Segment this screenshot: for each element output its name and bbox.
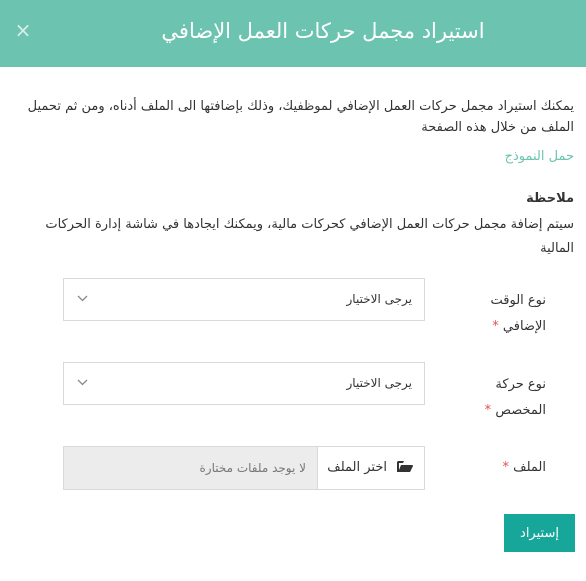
selected-file-display: لا يوجد ملفات مختارة <box>64 447 317 489</box>
custom-movement-type-label: نوع حركة المخصص * <box>456 372 546 424</box>
note-text: سيتم إضافة مجمل حركات العمل الإضافي كحرك… <box>45 217 574 256</box>
intro-text: يمكنك استيراد مجمل حركات العمل الإضافي ل… <box>27 99 574 135</box>
overtime-type-label-text: نوع الوقت الإضافي <box>490 293 547 334</box>
file-input-group: اختر الملف لا يوجد ملفات مختارة <box>63 446 425 490</box>
required-mark: * <box>502 460 510 475</box>
note-title: ملاحظة <box>526 191 574 206</box>
choose-file-button[interactable]: اختر الملف <box>317 447 424 489</box>
no-file-text: لا يوجد ملفات مختارة <box>199 461 307 475</box>
file-label: الملف * <box>456 455 547 481</box>
modal-header: استيراد مجمل حركات العمل الإضافي × <box>0 0 586 67</box>
chevron-down-icon <box>77 379 88 386</box>
overtime-type-label: نوع الوقت الإضافي * <box>456 288 547 340</box>
import-button[interactable]: إستيراد <box>504 514 575 552</box>
chevron-down-icon <box>77 295 88 302</box>
custom-movement-type-select[interactable]: يرجى الاختيار <box>63 362 425 405</box>
folder-open-icon <box>397 461 413 472</box>
overtime-type-select[interactable]: يرجى الاختيار <box>63 278 425 321</box>
custom-movement-type-selected-value: يرجى الاختيار <box>346 376 412 390</box>
choose-file-label: اختر الملف <box>327 460 387 475</box>
download-template-link[interactable]: حمل النموذج <box>505 149 574 164</box>
required-mark: * <box>492 319 499 334</box>
modal-title: استيراد مجمل حركات العمل الإضافي <box>161 19 485 43</box>
file-label-text: الملف <box>513 460 546 475</box>
overtime-type-selected-value: يرجى الاختيار <box>346 292 412 306</box>
required-mark: * <box>484 403 492 418</box>
close-icon[interactable]: × <box>13 20 33 40</box>
custom-movement-type-label-text: نوع حركة المخصص <box>495 377 546 418</box>
